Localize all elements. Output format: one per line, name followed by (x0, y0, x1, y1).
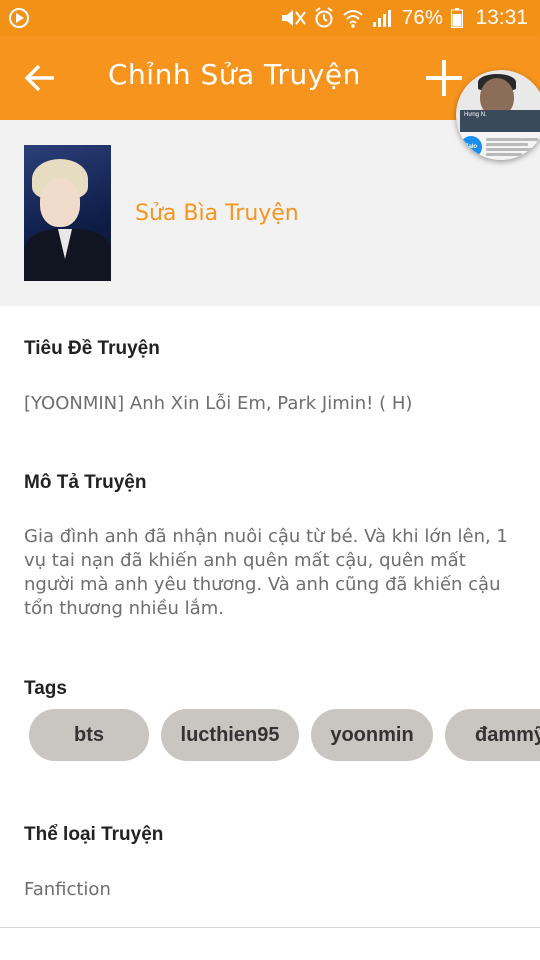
battery-percent: 76% (401, 6, 444, 29)
clock: 13:31 (475, 6, 528, 29)
divider (0, 927, 540, 928)
tag-chip[interactable]: đammỹ (445, 709, 540, 761)
edit-cover-link[interactable]: Sửa Bìa Truyện (135, 201, 299, 226)
battery-icon (451, 8, 464, 28)
story-description-label: Mô Tả Truyện (24, 472, 147, 493)
category-label: Thể loại Truyện (24, 824, 164, 845)
tag-chip[interactable]: bts (29, 709, 149, 761)
status-bar: 76% 13:31 (0, 0, 540, 36)
signal-icon (372, 8, 394, 28)
chat-head-bubble[interactable]: Hưng N. Zalo (456, 70, 540, 160)
zalo-badge-icon: Zalo (460, 136, 482, 158)
tag-chip[interactable]: lucthien95 (161, 709, 299, 761)
media-play-icon (8, 8, 30, 28)
story-title-label: Tiêu Đề Truyện (24, 338, 160, 359)
wifi-icon (342, 7, 364, 29)
chat-head-caption: Hưng N. (460, 110, 540, 132)
chat-head-message-lines (486, 136, 538, 158)
page-title: Chỉnh Sửa Truyện (108, 58, 361, 91)
story-description-field[interactable]: Gia đình anh đã nhận nuôi cậu từ bé. Và … (24, 525, 514, 621)
tags-row: bts lucthien95 yoonmin đammỹ (0, 709, 540, 761)
plus-icon[interactable] (424, 58, 464, 98)
cover-image[interactable] (24, 145, 111, 281)
chat-head-name: Hưng N. (464, 112, 487, 118)
story-title-field[interactable]: [YOONMIN] Anh Xin Lỗi Em, Park Jimin! ( … (24, 392, 514, 416)
category-field[interactable]: Fanfiction (24, 878, 514, 902)
alarm-icon (314, 7, 334, 29)
back-arrow-icon[interactable] (22, 60, 62, 96)
mute-icon (280, 7, 306, 29)
tags-label: Tags (24, 678, 67, 699)
tag-chip[interactable]: yoonmin (311, 709, 433, 761)
